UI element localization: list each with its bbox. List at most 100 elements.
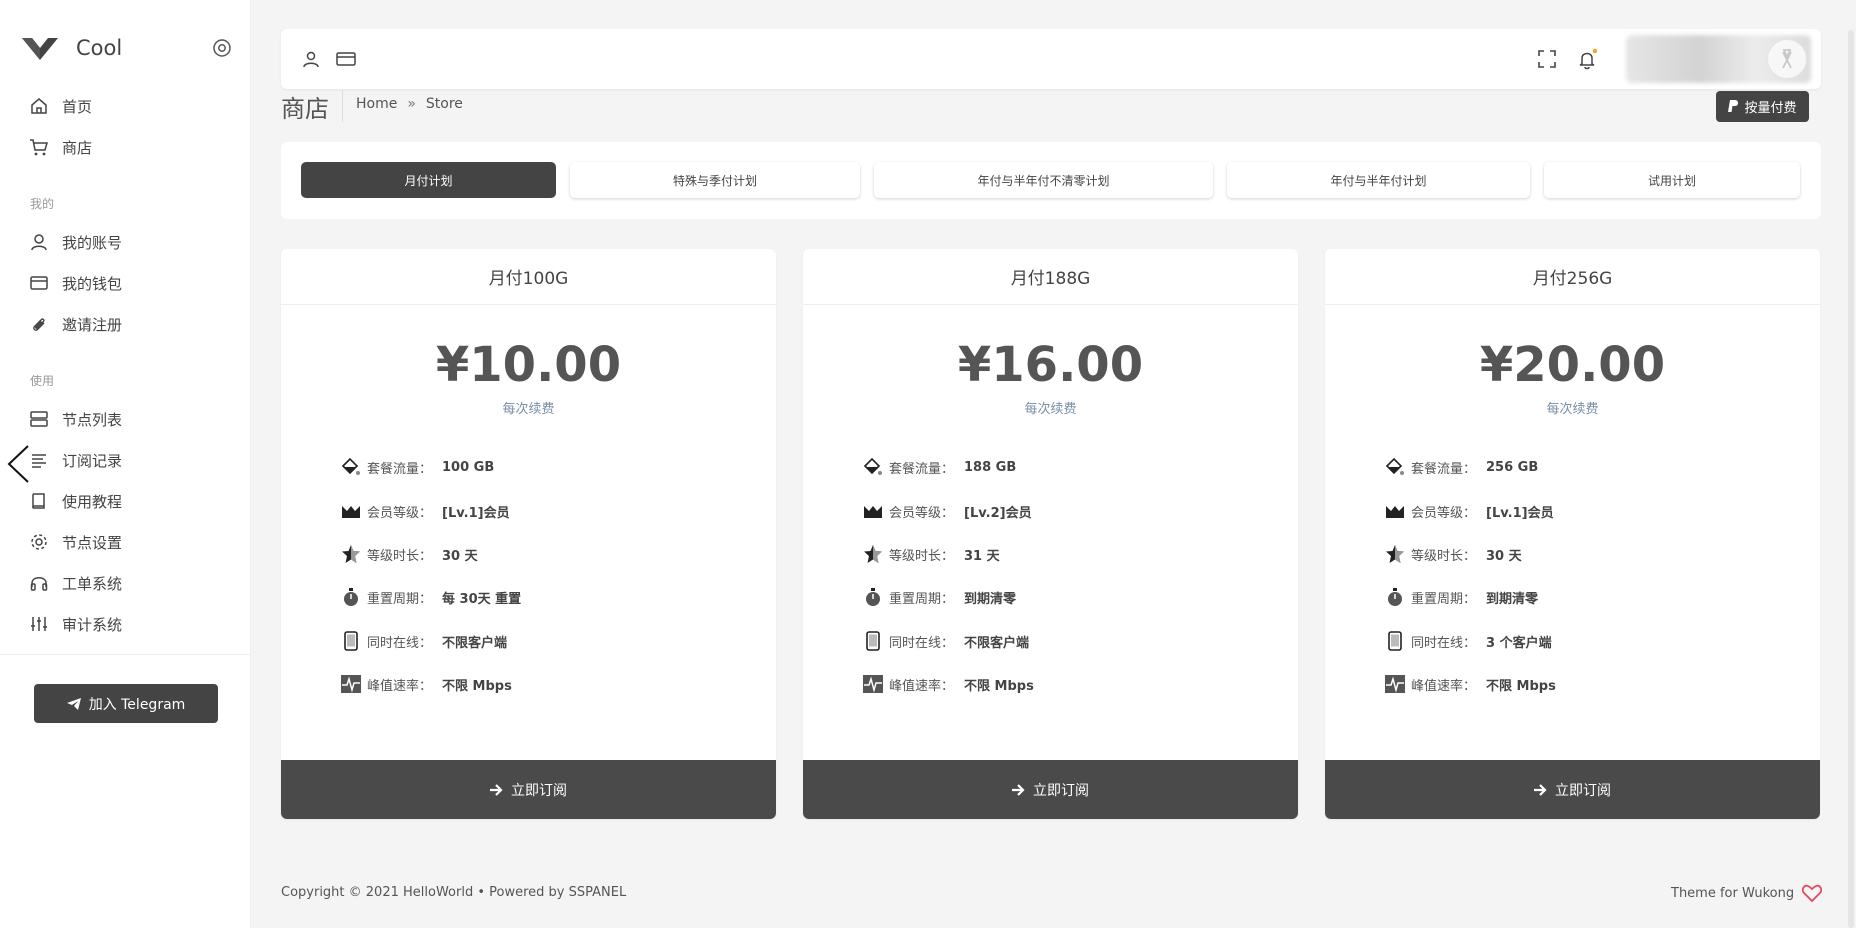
pay-as-you-go-label: 按量付费 <box>1744 101 1797 116</box>
scrollbar[interactable] <box>1848 30 1854 928</box>
subscribe-label: 立即订阅 <box>511 782 567 799</box>
breadcrumb-separator: » <box>407 96 416 112</box>
sidebar-item-label: 我的账号 <box>62 233 123 252</box>
feature-key: 等级时长： <box>367 548 433 564</box>
wallet-icon <box>28 272 50 294</box>
subscribe-button[interactable]: 立即订阅 <box>1325 760 1820 819</box>
pay-as-you-go-button[interactable]: 按量付费 <box>1716 91 1809 122</box>
sidebar-item-tickets[interactable]: 工单系统 <box>28 567 122 599</box>
feature-key: 峰值速率： <box>889 678 955 694</box>
plan-tabs: 月付计划 特殊与季付计划 年付与半年付不清零计划 年付与半年付计划 试用计划 <box>281 142 1821 219</box>
sidebar-item-label: 使用教程 <box>62 492 123 511</box>
feature-duration: 等级时长： 31 天 <box>863 542 1000 566</box>
tab-special-quarterly[interactable]: 特殊与季付计划 <box>570 162 860 198</box>
paypal-icon <box>1728 100 1739 112</box>
wallet-card-icon[interactable] <box>334 47 358 71</box>
join-telegram-label: 加入 Telegram <box>88 696 186 713</box>
feature-online: 同时在线： 3 个客户端 <box>1385 629 1552 653</box>
avatar-ribbon-icon <box>1782 49 1792 69</box>
feature-duration: 等级时长： 30 天 <box>1385 542 1522 566</box>
feature-value: 不限 Mbps <box>1486 678 1556 694</box>
footer-theme-text[interactable]: Theme for Wukong <box>1671 886 1794 901</box>
feature-value: 100 GB <box>442 459 495 475</box>
arrow-right-icon <box>1534 783 1547 796</box>
speed-pulse-icon <box>1385 674 1405 694</box>
feature-key: 重置周期： <box>367 591 433 607</box>
stopwatch-icon <box>1385 587 1405 607</box>
avatar[interactable] <box>1767 39 1807 79</box>
brand[interactable]: Cool <box>22 30 122 66</box>
join-telegram-button[interactable]: 加入 Telegram <box>34 684 218 723</box>
feature-reset: 重置周期： 到期清零 <box>1385 585 1538 609</box>
feature-key: 套餐流量： <box>367 461 433 477</box>
feature-value: 30 天 <box>442 548 478 564</box>
footer-theme: Theme for Wukong <box>1671 884 1823 902</box>
sidebar-item-audit[interactable]: 审计系统 <box>28 608 122 640</box>
feature-key: 同时在线： <box>889 635 955 651</box>
profile-icon[interactable] <box>299 47 323 71</box>
sidebar-item-tutorial[interactable]: 使用教程 <box>28 485 122 517</box>
feature-key: 同时在线： <box>367 635 433 651</box>
tab-annual-semiannual[interactable]: 年付与半年付计划 <box>1227 162 1530 198</box>
stopwatch-icon <box>341 587 361 607</box>
topbar <box>281 29 1821 89</box>
feature-value: 不限客户端 <box>964 635 1030 651</box>
headphones-icon <box>28 572 50 594</box>
feature-traffic: 套餐流量： 256 GB <box>1385 455 1538 479</box>
telegram-icon <box>66 697 81 710</box>
sidebar-item-label: 节点设置 <box>62 533 123 552</box>
sidebar-item-account[interactable]: 我的账号 <box>28 226 122 258</box>
feature-value: [Lv.1]会员 <box>1486 505 1554 521</box>
sidebar-item-home[interactable]: 首页 <box>28 90 92 122</box>
feature-key: 重置周期： <box>889 591 955 607</box>
tab-monthly[interactable]: 月付计划 <box>301 162 556 198</box>
tab-trial[interactable]: 试用计划 <box>1544 162 1800 198</box>
feature-traffic: 套餐流量： 100 GB <box>341 455 494 479</box>
feature-online: 同时在线： 不限客户端 <box>341 629 507 653</box>
subscribe-button[interactable]: 立即订阅 <box>281 760 776 819</box>
traffic-icon <box>341 457 361 477</box>
tab-annual-no-reset[interactable]: 年付与半年付不清零计划 <box>874 162 1213 198</box>
plan-card: 月付100G ¥10.00 每次续费 套餐流量： 100 GB 会员等级： [L… <box>281 249 776 819</box>
feature-value: 到期清零 <box>1486 591 1539 607</box>
plan-price: ¥10.00 <box>435 337 622 393</box>
list-icon <box>28 449 50 471</box>
feature-value: 每 30天 重置 <box>442 591 522 607</box>
gear-icon <box>28 531 50 553</box>
book-icon <box>28 490 50 512</box>
feature-value: [Lv.2]会员 <box>964 505 1032 521</box>
feature-value: 不限 Mbps <box>964 678 1034 694</box>
paperclip-icon <box>28 313 50 335</box>
speed-pulse-icon <box>863 674 883 694</box>
feature-speed: 峰值速率： 不限 Mbps <box>863 672 1034 696</box>
sidebar-item-label: 审计系统 <box>62 615 123 634</box>
section-label-mine: 我的 <box>30 197 55 211</box>
plan-price-note: 每次续费 <box>502 402 555 417</box>
sidebar-item-store[interactable]: 商店 <box>28 131 92 163</box>
breadcrumb-home[interactable]: Home <box>356 96 397 112</box>
feature-level: 会员等级： [Lv.1]会员 <box>341 499 510 523</box>
sidebar-item-node-settings[interactable]: 节点设置 <box>28 526 122 558</box>
mobile-icon <box>341 631 361 651</box>
sidebar-item-nodes[interactable]: 节点列表 <box>28 403 122 435</box>
collapse-chevron-left-icon[interactable] <box>6 444 30 484</box>
section-label-use: 使用 <box>30 374 55 388</box>
feature-value: 不限客户端 <box>442 635 508 651</box>
feature-traffic: 套餐流量： 188 GB <box>863 455 1016 479</box>
plan-card: 月付188G ¥16.00 每次续费 套餐流量： 188 GB 会员等级： [L… <box>803 249 1298 819</box>
notification-bell-icon[interactable] <box>1576 47 1600 71</box>
plan-title: 月付256G <box>1325 249 1820 305</box>
stopwatch-icon <box>863 587 883 607</box>
sidebar-item-label: 商店 <box>62 138 93 157</box>
app-name: Cool <box>76 36 123 60</box>
plan-card: 月付256G ¥20.00 每次续费 套餐流量： 256 GB 会员等级： [L… <box>1325 249 1820 819</box>
subscribe-button[interactable]: 立即订阅 <box>803 760 1298 819</box>
sidebar-item-subscriptions[interactable]: 订阅记录 <box>28 444 122 476</box>
fullscreen-icon[interactable] <box>1535 47 1559 71</box>
sidebar-item-wallet[interactable]: 我的钱包 <box>28 267 122 299</box>
sidebar-toggle-icon[interactable] <box>211 37 233 59</box>
sidebar-item-invite[interactable]: 邀请注册 <box>28 308 122 340</box>
crown-icon <box>341 501 361 521</box>
feature-key: 同时在线： <box>1411 635 1477 651</box>
plan-price: ¥20.00 <box>1479 337 1666 393</box>
